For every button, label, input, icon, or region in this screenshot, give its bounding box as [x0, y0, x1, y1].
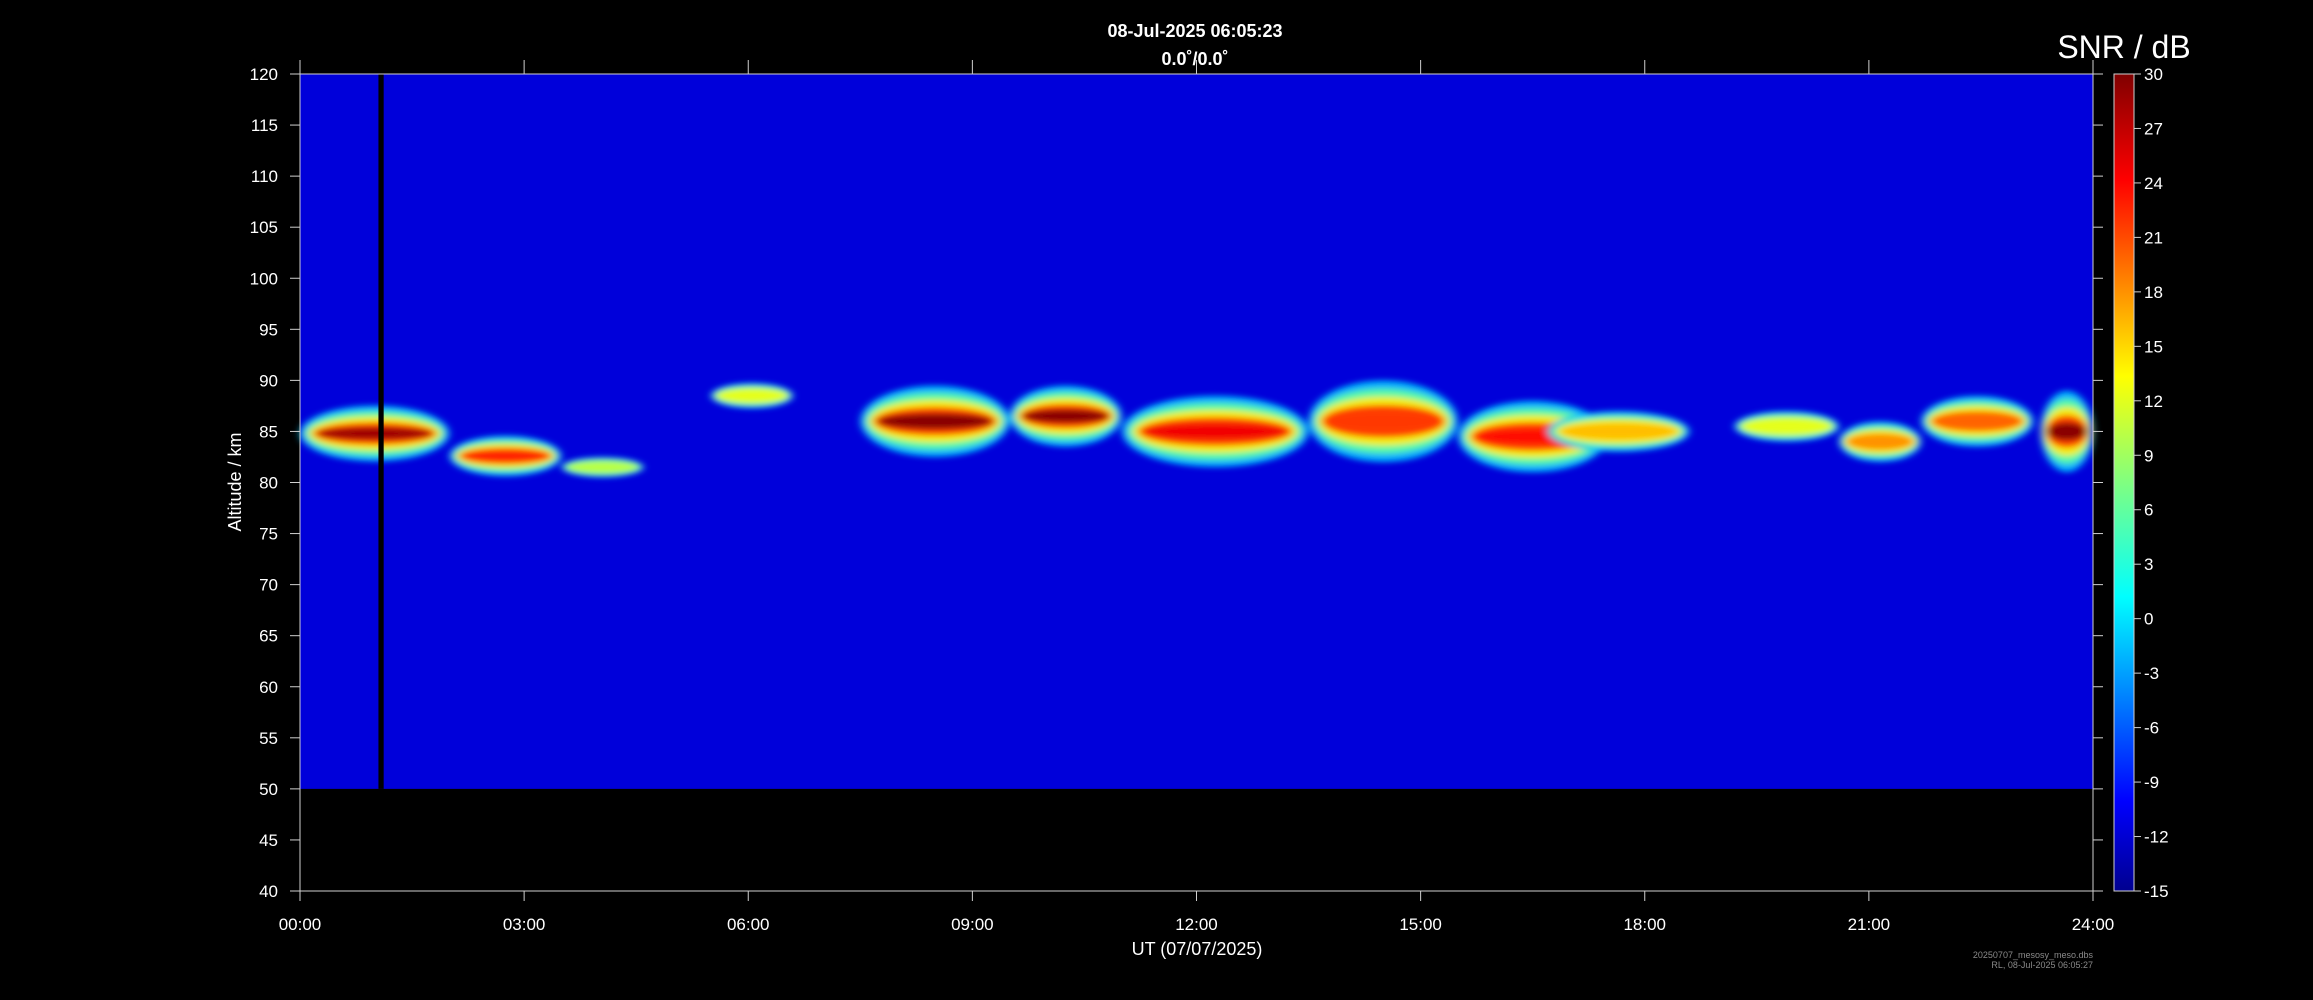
echo-contour — [317, 427, 432, 440]
echo-contour — [1934, 415, 2021, 427]
x-tick-label: 03:00 — [503, 915, 546, 934]
echo-contour — [1022, 409, 1109, 423]
x-tick-label: 21:00 — [1848, 915, 1891, 934]
colorbar-tick-label: -9 — [2144, 773, 2159, 792]
colorbar-tick-label: -6 — [2144, 719, 2159, 738]
y-tick-label: 95 — [259, 320, 278, 339]
echo-layer-4 — [860, 385, 1010, 457]
echo-layer-13 — [2040, 390, 2093, 473]
colorbar-tick-label: 21 — [2144, 228, 2163, 247]
echo-contour — [1746, 422, 1827, 430]
colorbar-tick-label: 27 — [2144, 119, 2163, 138]
x-tick-label: 00:00 — [279, 915, 322, 934]
echo-contour — [720, 392, 784, 399]
echo-layer-6 — [1121, 395, 1309, 468]
y-tick-label: 115 — [251, 116, 278, 135]
x-axis-label: UT (07/07/2025) — [1132, 939, 1263, 959]
y-tick-label: 55 — [259, 729, 278, 748]
y-axis-label: Altitude / km — [225, 432, 245, 531]
echo-layer-11 — [1838, 421, 1922, 463]
colorbar-title: SNR / dB — [2057, 29, 2190, 65]
colorbar-tick-label: -12 — [2144, 828, 2169, 847]
y-tick-label: 75 — [259, 525, 278, 544]
footer-filename: 20250707_mesosy_meso.dbs — [1973, 950, 2094, 960]
colorbar-tick-label: 3 — [2144, 555, 2153, 574]
colorbar-tick-label: 6 — [2144, 501, 2153, 520]
colorbar-tick-label: 9 — [2144, 446, 2153, 465]
colorbar-tick-label: 30 — [2144, 65, 2163, 84]
y-tick-label: 80 — [259, 474, 278, 493]
echo-layer-1 — [449, 435, 562, 477]
echo-layer-0 — [300, 405, 450, 462]
colorbar-ticks: 302724211815129630-3-6-9-12-15 — [2134, 65, 2169, 901]
colorbar-tick-label: 18 — [2144, 283, 2163, 302]
x-tick-label: 18:00 — [1623, 915, 1666, 934]
echo-contour — [1848, 437, 1912, 447]
echo-contour — [1564, 426, 1673, 436]
colorbar-tick-label: -3 — [2144, 664, 2159, 683]
y-tick-label: 45 — [259, 831, 278, 850]
radar-snr-figure: 08-Jul-2025 06:05:23 0.0˚/0.0˚ 40 45 50 55 6… — [225, 21, 2191, 970]
y-tick-label: 60 — [259, 678, 278, 697]
echo-layer-3 — [710, 382, 794, 409]
x-tick-label: 12:00 — [1175, 915, 1218, 934]
echo-layer-5 — [1009, 385, 1122, 447]
y-tick-label: 120 — [250, 65, 278, 84]
colorbar-gradient — [2113, 73, 2135, 892]
plot-subtitle: 0.0˚/0.0˚ — [1161, 49, 1228, 69]
echo-contour — [877, 413, 993, 430]
data-gap — [378, 74, 384, 789]
y-tick-label: 105 — [250, 218, 278, 237]
x-tick-label: 24:00 — [2072, 915, 2115, 934]
plot-title: 08-Jul-2025 06:05:23 — [1107, 21, 1282, 41]
colorbar-tick-label: 15 — [2144, 337, 2163, 356]
echo-contour — [2046, 422, 2087, 441]
echo-layer-10 — [1734, 411, 1839, 442]
echo-layer-7 — [1308, 380, 1458, 463]
echo-contour — [571, 464, 635, 470]
echo-layer-12 — [1921, 395, 2034, 447]
colorbar-tick-label: 12 — [2144, 392, 2163, 411]
x-tick-label: 06:00 — [727, 915, 770, 934]
echo-layer-2 — [561, 456, 644, 478]
y-tick-label: 70 — [259, 576, 278, 595]
echo-layer-9 — [1547, 411, 1690, 452]
colorbar-tick-label: 24 — [2144, 174, 2163, 193]
y-tick-label: 40 — [259, 882, 278, 901]
footer-timestamp: RL, 08-Jul-2025 06:05:27 — [1991, 960, 2093, 970]
y-tick-label: 65 — [259, 627, 278, 646]
colorbar-tick-label: 0 — [2144, 610, 2153, 629]
x-tick-label: 09:00 — [951, 915, 994, 934]
y-tick-label: 110 — [251, 167, 278, 186]
y-tick-label: 85 — [259, 422, 278, 441]
colorbar-tick-label: -15 — [2144, 882, 2169, 901]
plot-area — [299, 73, 2094, 892]
echo-contour — [1326, 412, 1441, 431]
echo-contour — [462, 451, 549, 461]
y-tick-label: 100 — [250, 269, 278, 288]
echo-contour — [1143, 423, 1287, 440]
y-tick-label: 50 — [259, 780, 278, 799]
x-tick-label: 15:00 — [1399, 915, 1442, 934]
y-tick-label: 90 — [259, 371, 278, 390]
